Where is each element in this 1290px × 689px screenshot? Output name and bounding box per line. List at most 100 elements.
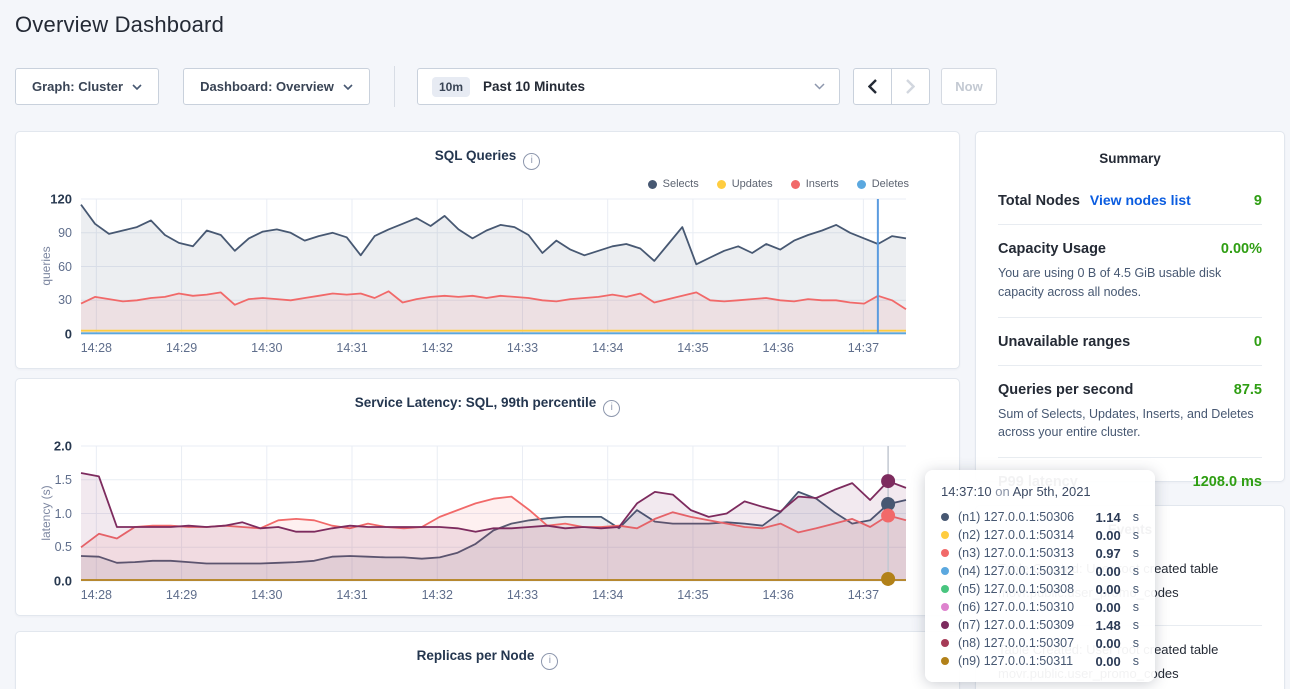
x-axis-tick: 14:33 — [507, 588, 538, 602]
tooltip-node-unit: s — [1133, 564, 1139, 578]
legend-item-deletes[interactable]: Deletes — [857, 178, 909, 190]
sql-queries-plot[interactable]: 030609012014:2814:2914:3014:3114:3214:33… — [81, 199, 906, 334]
tooltip-row: (n4) 127.0.0.1:503120.00s — [941, 562, 1139, 580]
x-axis-tick: 14:31 — [336, 588, 367, 602]
y-axis-tick: 1.0 — [55, 507, 72, 521]
chart-hover-tooltip: 14:37:10 on Apr 5th, 2021 (n1) 127.0.0.1… — [925, 470, 1155, 682]
sql-queries-panel: SQL Queriesi SelectsUpdatesInsertsDelete… — [15, 131, 960, 369]
x-axis-tick: 14:32 — [422, 588, 453, 602]
legend-item-selects[interactable]: Selects — [648, 178, 699, 190]
service-latency-panel: Service Latency: SQL, 99th percentilei l… — [15, 378, 960, 616]
summary-title: Summary — [998, 151, 1262, 166]
x-axis-tick: 14:30 — [251, 341, 282, 355]
tooltip-connector: on — [995, 484, 1009, 499]
tooltip-node-unit: s — [1133, 654, 1139, 668]
node-color-dot-icon — [941, 585, 949, 593]
info-icon[interactable]: i — [603, 400, 620, 417]
x-axis-tick: 14:28 — [81, 341, 112, 355]
view-nodes-list-link[interactable]: View nodes list — [1090, 192, 1191, 208]
tooltip-node-value: 1.48 — [1095, 618, 1120, 633]
node-color-dot-icon — [941, 513, 949, 521]
legend-item-updates[interactable]: Updates — [717, 178, 773, 190]
tooltip-node-value: 0.00 — [1095, 654, 1120, 669]
tooltip-rows: (n1) 127.0.0.1:503061.14s (n2) 127.0.0.1:… — [941, 508, 1139, 670]
y-axis-tick: 0.5 — [55, 540, 72, 554]
tooltip-node-unit: s — [1133, 546, 1139, 560]
time-range-picker[interactable]: 10m Past 10 Minutes — [417, 68, 840, 105]
tooltip-row: (n5) 127.0.0.1:503080.00s — [941, 580, 1139, 598]
x-axis-tick: 14:37 — [848, 588, 879, 602]
y-axis-tick: 120 — [50, 192, 72, 207]
tooltip-node-value: 0.00 — [1095, 528, 1120, 543]
tooltip-node-address: (n4) 127.0.0.1:50312 — [958, 564, 1074, 578]
tooltip-node-value: 1.14 — [1095, 510, 1120, 525]
dashboard-label: Dashboard: Overview — [200, 79, 334, 94]
tooltip-row: (n3) 127.0.0.1:503130.97s — [941, 544, 1139, 562]
legend-label: Selects — [663, 178, 699, 190]
summary-row-total-nodes: Total Nodes View nodes list 9 — [998, 176, 1262, 225]
total-nodes-value: 9 — [1254, 193, 1262, 209]
replicas-per-node-panel: Replicas per Node i — [15, 631, 960, 689]
y-axis-label: queries — [39, 246, 53, 285]
qps-desc: Sum of Selects, Updates, Inserts, and De… — [998, 405, 1262, 443]
qps-value: 87.5 — [1234, 382, 1262, 398]
dashboard-dropdown[interactable]: Dashboard: Overview — [183, 68, 370, 105]
node-color-dot-icon — [941, 531, 949, 539]
node-color-dot-icon — [941, 639, 949, 647]
legend-dot-icon — [717, 180, 726, 189]
legend-label: Deletes — [872, 178, 909, 190]
node-color-dot-icon — [941, 657, 949, 665]
time-prev-button[interactable] — [854, 69, 891, 104]
qps-label: Queries per second — [998, 382, 1133, 398]
graph-scope-dropdown[interactable]: Graph: Cluster — [15, 68, 159, 105]
legend-dot-icon — [648, 180, 657, 189]
legend-item-inserts[interactable]: Inserts — [791, 178, 839, 190]
overview-dashboard-page: Overview Dashboard Graph: Cluster Dashbo… — [0, 0, 1290, 689]
chart-title-text: Service Latency: SQL, 99th percentile — [355, 395, 597, 410]
x-axis-tick: 14:29 — [166, 341, 197, 355]
legend-dot-icon — [791, 180, 800, 189]
tooltip-node-unit: s — [1133, 618, 1139, 632]
tooltip-node-address: (n9) 127.0.0.1:50311 — [958, 654, 1073, 668]
x-axis-tick: 14:29 — [166, 588, 197, 602]
time-range-label: Past 10 Minutes — [483, 79, 585, 94]
chart-legend: Selects Updates Inserts Deletes — [648, 178, 909, 190]
legend-label: Inserts — [806, 178, 839, 190]
summary-row-unavailable-ranges: Unavailable ranges 0 — [998, 318, 1262, 366]
page-title: Overview Dashboard — [15, 12, 224, 38]
chart-title: Service Latency: SQL, 99th percentile i — [16, 395, 959, 417]
now-button[interactable]: Now — [941, 68, 997, 105]
x-axis-tick: 14:28 — [81, 588, 112, 602]
tooltip-node-value: 0.97 — [1095, 546, 1120, 561]
time-next-button[interactable] — [891, 69, 929, 104]
y-axis-tick: 60 — [58, 260, 72, 274]
summary-row-qps: Queries per second 87.5 Sum of Selects, … — [998, 366, 1262, 459]
x-axis-tick: 14:31 — [336, 341, 367, 355]
chevron-left-icon — [868, 79, 877, 94]
info-icon[interactable]: i — [541, 653, 558, 670]
graph-scope-label: Graph: Cluster — [32, 79, 123, 94]
tooltip-node-address: (n8) 127.0.0.1:50307 — [958, 636, 1074, 650]
y-axis-tick: 2.0 — [54, 439, 72, 454]
time-range-badge: 10m — [432, 77, 470, 97]
x-axis-tick: 14:36 — [763, 588, 794, 602]
x-axis-tick: 14:36 — [763, 341, 794, 355]
y-axis-tick: 0.0 — [54, 574, 72, 589]
x-axis-tick: 14:35 — [677, 341, 708, 355]
tooltip-node-address: (n2) 127.0.0.1:50314 — [958, 528, 1074, 542]
chart-title-text: Replicas per Node — [417, 648, 535, 663]
node-color-dot-icon — [941, 621, 949, 629]
service-latency-plot[interactable]: 0.00.51.01.52.014:2814:2914:3014:3114:32… — [81, 446, 906, 581]
chevron-down-icon — [343, 84, 353, 90]
tooltip-node-value: 0.00 — [1095, 600, 1120, 615]
toolbar-divider — [394, 66, 395, 107]
tooltip-node-unit: s — [1133, 582, 1139, 596]
info-icon[interactable]: i — [523, 153, 540, 170]
capacity-usage-value: 0.00% — [1221, 241, 1262, 257]
tooltip-row: (n1) 127.0.0.1:503061.14s — [941, 508, 1139, 526]
y-axis-tick: 30 — [58, 293, 72, 307]
legend-label: Updates — [732, 178, 773, 190]
summary-row-capacity: Capacity Usage 0.00% You are using 0 B o… — [998, 225, 1262, 318]
chevron-right-icon — [906, 79, 915, 94]
tooltip-node-value: 0.00 — [1095, 636, 1120, 651]
